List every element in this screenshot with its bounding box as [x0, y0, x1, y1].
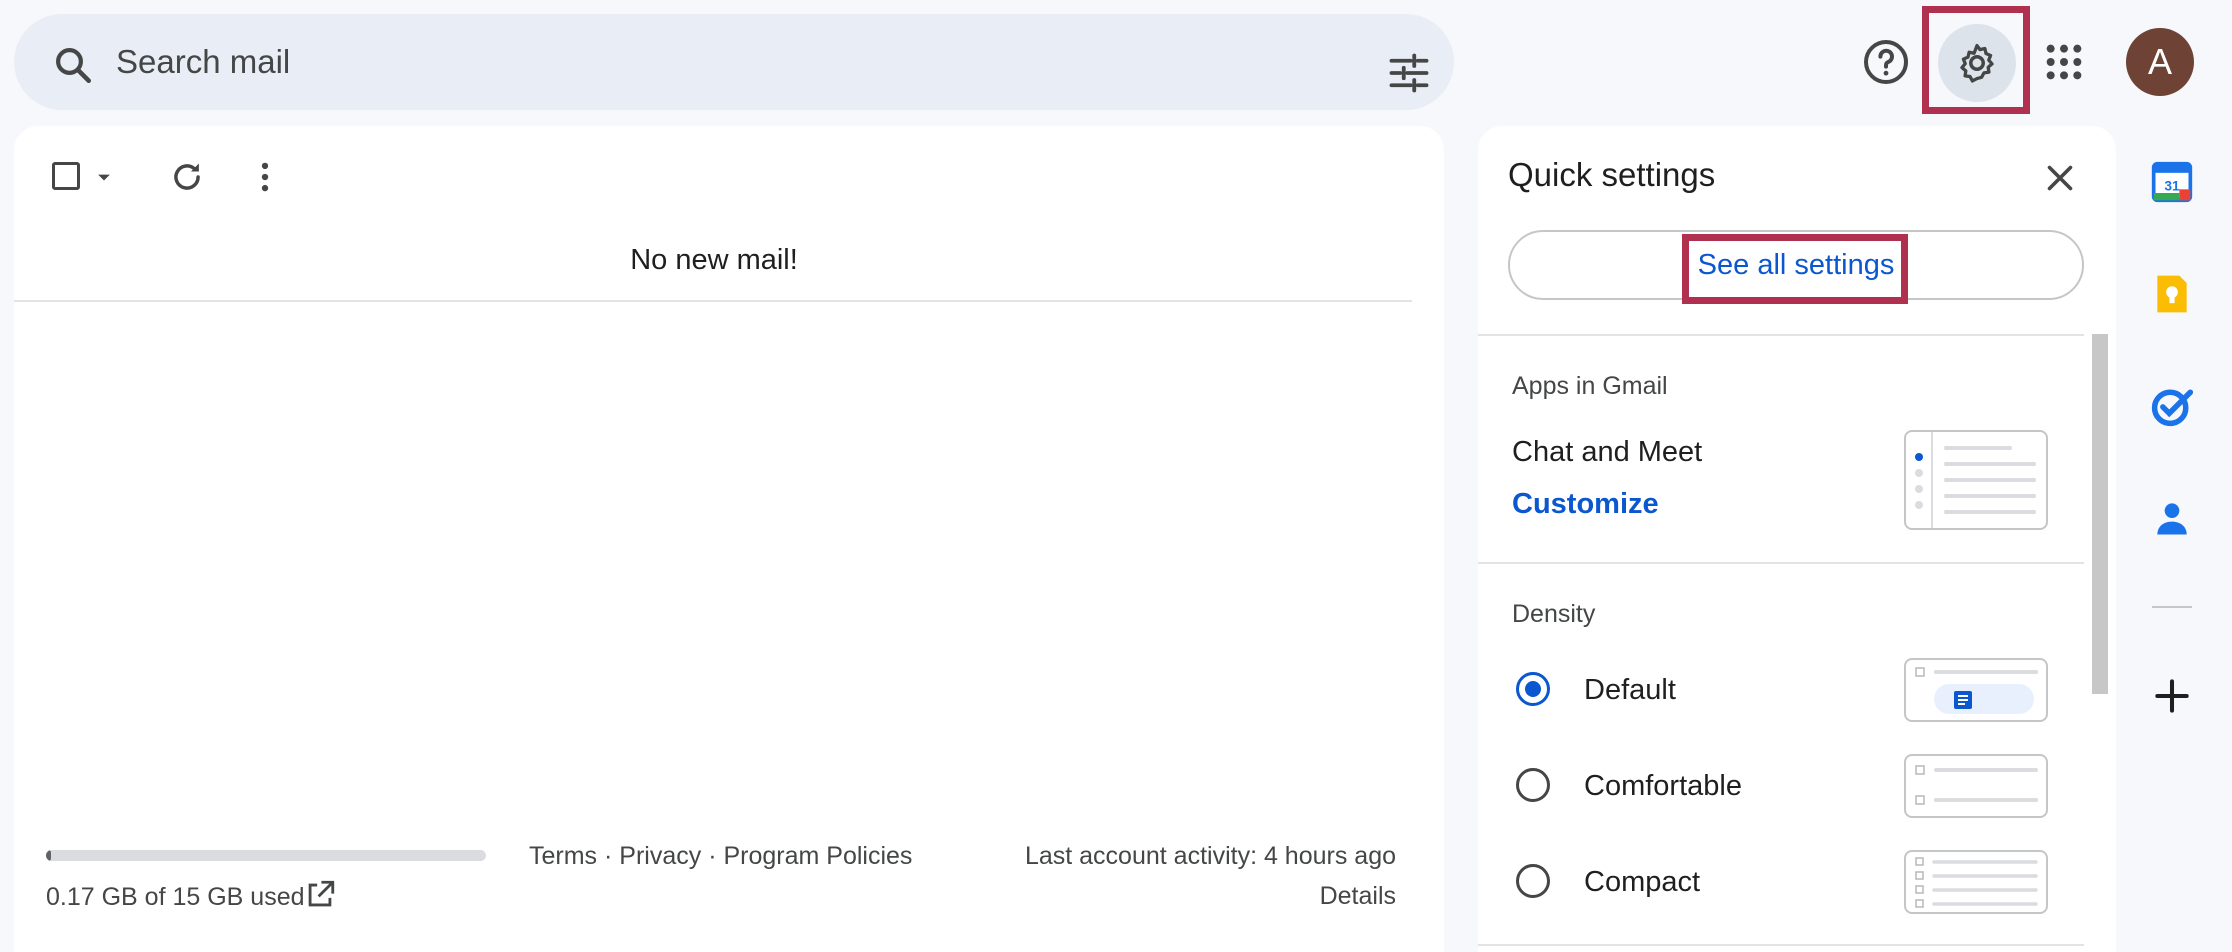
contacts-icon[interactable]	[2150, 496, 2194, 540]
customize-link[interactable]: Customize	[1512, 488, 1659, 521]
density-compact-preview	[1904, 850, 2048, 914]
chat-meet-preview	[1904, 430, 2048, 530]
density-default-graphic	[1915, 667, 2038, 714]
side-panel-divider	[2152, 606, 2192, 608]
search-bar[interactable]: Search mail	[14, 14, 1454, 110]
footer-links: Terms · Privacy · Program Policies	[529, 842, 912, 871]
tasks-icon[interactable]	[2150, 384, 2194, 428]
divider	[14, 300, 1412, 302]
last-activity-text: Last account activity: 4 hours ago	[1024, 842, 1396, 870]
quick-settings-title: Quick settings	[1508, 156, 1716, 193]
details-link[interactable]: Details	[1320, 882, 1396, 911]
settings-highlight-box	[1922, 6, 2030, 114]
divider	[1478, 334, 2084, 336]
quick-settings-panel: Quick settings See all settings Apps in …	[1478, 126, 2116, 952]
account-avatar[interactable]: A	[2126, 28, 2194, 96]
add-icon[interactable]	[2150, 674, 2194, 718]
privacy-link[interactable]: Privacy	[619, 842, 701, 870]
separator: ·	[597, 842, 620, 870]
apps-section-title: Apps in Gmail	[1512, 372, 1668, 400]
density-default-label[interactable]: Default	[1584, 674, 1676, 707]
separator: ·	[701, 842, 724, 870]
svg-text:31: 31	[2164, 178, 2180, 193]
storage-usage-bar	[46, 850, 486, 861]
program-policies-link[interactable]: Program Policies	[723, 842, 912, 870]
close-icon[interactable]	[2042, 160, 2078, 196]
density-comfortable-graphic	[1915, 765, 2038, 805]
search-input[interactable]: Search mail	[116, 14, 290, 110]
quick-settings-scrollbar[interactable]	[2092, 334, 2108, 694]
select-dropdown-icon[interactable]	[94, 168, 114, 188]
keep-icon[interactable]	[2150, 272, 2194, 316]
chat-meet-label: Chat and Meet	[1512, 436, 1703, 468]
search-icon[interactable]	[52, 44, 94, 86]
open-in-new-icon[interactable]	[303, 878, 337, 912]
density-default-radio[interactable]	[1516, 672, 1550, 706]
density-comfortable-radio[interactable]	[1516, 768, 1550, 802]
storage-usage-text: 0.17 GB of 15 GB used	[46, 883, 305, 911]
density-section-title: Density	[1512, 600, 1596, 628]
mail-list-pane: No new mail! 0.17 GB of 15 GB used Terms…	[14, 126, 1444, 952]
density-comfortable-label[interactable]: Comfortable	[1584, 770, 1742, 803]
terms-link[interactable]: Terms	[529, 842, 597, 870]
density-comfortable-preview	[1904, 754, 2048, 818]
search-options-icon[interactable]	[1388, 52, 1430, 94]
density-compact-radio[interactable]	[1516, 864, 1550, 898]
divider	[1478, 562, 2084, 564]
see-all-highlight-box	[1682, 234, 1908, 304]
empty-inbox-message: No new mail!	[630, 244, 798, 276]
select-all-checkbox[interactable]	[52, 162, 80, 190]
refresh-icon[interactable]	[168, 158, 206, 196]
calendar-icon[interactable]: 31	[2150, 160, 2194, 204]
more-options-icon[interactable]	[246, 158, 284, 196]
storage-usage-fill	[46, 850, 51, 861]
help-icon[interactable]	[1862, 38, 1910, 86]
divider	[1478, 944, 2084, 946]
google-apps-icon[interactable]	[2044, 42, 2084, 82]
density-compact-label[interactable]: Compact	[1584, 866, 1700, 899]
density-compact-graphic	[1915, 857, 2038, 908]
chat-meet-preview-graphic	[1915, 432, 2036, 528]
density-default-preview	[1904, 658, 2048, 722]
